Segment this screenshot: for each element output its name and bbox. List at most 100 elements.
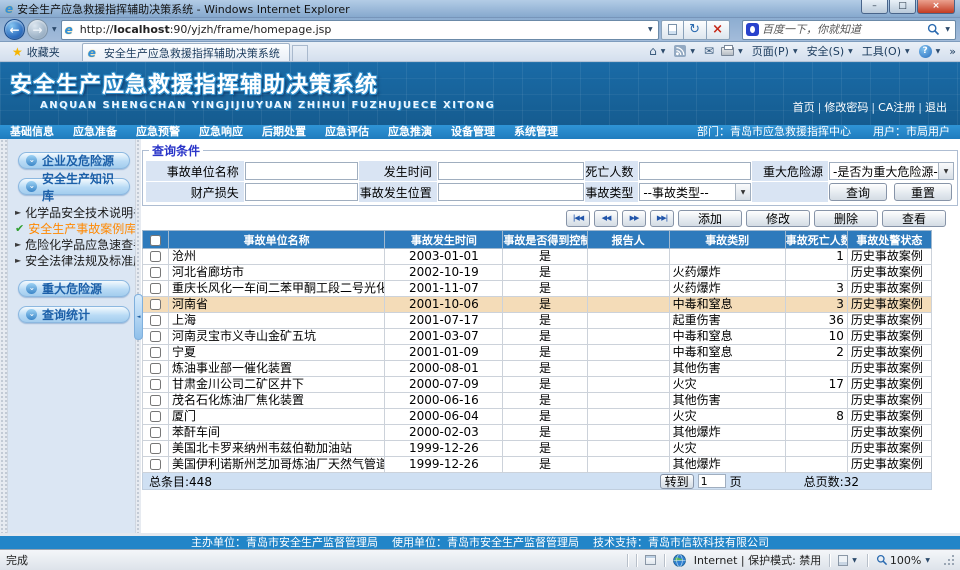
minimize-button[interactable]: –: [861, 0, 888, 14]
row-checkbox[interactable]: [150, 299, 161, 310]
new-tab-button[interactable]: [292, 45, 308, 61]
table-row[interactable]: 河北省廊坊市2002-10-19是火药爆炸历史事故案例: [143, 265, 932, 281]
compatibility-view-button[interactable]: [661, 20, 684, 40]
search-icon[interactable]: [927, 23, 940, 36]
safety-menu-button[interactable]: 安全(S)▼: [807, 43, 855, 59]
sidebar-section-knowledge-base[interactable]: › 安全生产知识库: [18, 178, 130, 195]
menu-item-emergency-drill[interactable]: 应急推演: [388, 125, 432, 139]
table-row[interactable]: 沧州2003-01-01是1历史事故案例: [143, 249, 932, 265]
view-button[interactable]: 查看: [882, 210, 946, 227]
change-password-link[interactable]: 修改密码: [821, 99, 871, 115]
table-row[interactable]: 重庆长风化一车间二苯甲酮工段二号光化釜2001-11-07是火药爆炸3历史事故案…: [143, 281, 932, 297]
accident-type-select[interactable]: --事故类型-- ▼: [639, 183, 751, 201]
menu-item-emergency-assessment[interactable]: 应急评估: [325, 125, 369, 139]
sidebar-section-query-statistics[interactable]: › 查询统计: [18, 306, 130, 323]
table-row[interactable]: 炼油事业部一催化装置2000-08-01是其他伤害历史事故案例: [143, 361, 932, 377]
select-all-checkbox[interactable]: [150, 235, 161, 246]
search-button[interactable]: 查询: [829, 183, 887, 201]
table-row[interactable]: 宁夏2001-01-09是中毒和窒息2历史事故案例: [143, 345, 932, 361]
modify-button[interactable]: 修改: [746, 210, 810, 227]
close-button[interactable]: ×: [917, 0, 955, 14]
ca-register-link[interactable]: CA注册: [875, 99, 918, 115]
occur-time-input[interactable]: [438, 162, 585, 180]
reset-button[interactable]: 重置: [894, 183, 952, 201]
row-checkbox[interactable]: [150, 427, 161, 438]
menu-item-emergency-warning[interactable]: 应急预警: [136, 125, 180, 139]
row-checkbox[interactable]: [150, 459, 161, 470]
last-page-button[interactable]: ▶▶|: [650, 210, 674, 227]
compatibility-status-button[interactable]: ▼: [838, 555, 859, 566]
property-loss-input[interactable]: [245, 183, 358, 201]
maximize-button[interactable]: □: [889, 0, 916, 14]
table-row[interactable]: 茂名石化炼油厂焦化装置2000-06-16是其他伤害历史事故案例: [143, 393, 932, 409]
search-input[interactable]: [762, 23, 924, 36]
row-checkbox[interactable]: [150, 443, 161, 454]
history-dropdown-icon[interactable]: ▼: [50, 26, 59, 33]
menu-item-emergency-preparation[interactable]: 应急准备: [73, 125, 117, 139]
table-row[interactable]: 苯酐车间2000-02-03是其他爆炸历史事故案例: [143, 425, 932, 441]
read-mail-button[interactable]: ✉: [704, 44, 714, 58]
row-checkbox[interactable]: [150, 331, 161, 342]
back-button[interactable]: ←: [4, 19, 25, 40]
home-link[interactable]: 首页: [790, 99, 818, 115]
menu-item-basic-info[interactable]: 基础信息: [10, 125, 54, 139]
row-checkbox[interactable]: [150, 251, 161, 262]
delete-button[interactable]: 删除: [814, 210, 878, 227]
page-menu-button[interactable]: 页面(P)▼: [752, 43, 800, 59]
address-url[interactable]: http://localhost:90/yjzh/frame/homepage.…: [80, 23, 643, 36]
home-button[interactable]: ⌂▼: [649, 44, 667, 58]
sidebar-item-chemical-msds[interactable]: ► 化学品安全技术说明书: [15, 204, 135, 220]
row-checkbox[interactable]: [150, 411, 161, 422]
table-row[interactable]: 河南省2001-10-06是中毒和窒息3历史事故案例: [143, 297, 932, 313]
stop-button[interactable]: ×: [707, 20, 730, 40]
sidebar-item-safety-laws[interactable]: ► 安全法律法规及标准库: [15, 252, 135, 268]
major-hazard-select[interactable]: -是否为重大危险源- ▼: [829, 162, 954, 180]
table-row[interactable]: 河南灵宝市义寺山金矿五坑2001-03-07是中毒和窒息10历史事故案例: [143, 329, 932, 345]
row-checkbox[interactable]: [150, 395, 161, 406]
row-checkbox[interactable]: [150, 379, 161, 390]
refresh-button[interactable]: ↻: [684, 20, 707, 40]
deaths-input[interactable]: [639, 162, 751, 180]
unit-name-input[interactable]: [245, 162, 358, 180]
next-page-button[interactable]: ▶▶: [622, 210, 646, 227]
menu-item-post-disposal[interactable]: 后期处置: [262, 125, 306, 139]
row-checkbox[interactable]: [150, 363, 161, 374]
goto-page-button[interactable]: 转到: [660, 474, 694, 489]
splitter-collapse-handle[interactable]: ◄: [134, 294, 143, 340]
search-dropdown-icon[interactable]: ▼: [943, 26, 952, 33]
overflow-chevron-icon[interactable]: »: [949, 45, 956, 58]
first-page-button[interactable]: |◀◀: [566, 210, 590, 227]
help-button[interactable]: ?▼: [919, 45, 943, 58]
row-checkbox[interactable]: [150, 315, 161, 326]
tools-menu-button[interactable]: 工具(O)▼: [862, 43, 912, 59]
browser-tab[interactable]: e 安全生产应急救援指挥辅助决策系统: [82, 43, 290, 61]
menu-item-system-management[interactable]: 系统管理: [514, 125, 558, 139]
sidebar-section-enterprise-hazard[interactable]: › 企业及危险源: [18, 152, 130, 169]
add-button[interactable]: 添加: [678, 210, 742, 227]
table-row[interactable]: 美国北卡罗来纳州韦兹伯勒加油站1999-12-26是火灾历史事故案例: [143, 441, 932, 457]
page-number-input[interactable]: [698, 474, 726, 488]
table-row[interactable]: 上海2001-07-17是起重伤害36历史事故案例: [143, 313, 932, 329]
row-checkbox[interactable]: [150, 347, 161, 358]
table-row[interactable]: 甘肃金川公司二矿区井下2000-07-09是火灾17历史事故案例: [143, 377, 932, 393]
location-input[interactable]: [438, 183, 585, 201]
previous-page-button[interactable]: ◀◀: [594, 210, 618, 227]
forward-button[interactable]: →: [27, 19, 48, 40]
zoom-control[interactable]: 100% ▼: [876, 554, 932, 567]
sidebar-item-accident-cases[interactable]: ✔ 安全生产事故案例库: [15, 220, 135, 236]
sidebar-item-hazchem-quick-reference[interactable]: ► 危险化学品应急速查手...: [15, 236, 135, 252]
print-button[interactable]: ▼: [721, 47, 745, 56]
feeds-button[interactable]: ▼: [674, 45, 697, 57]
row-checkbox[interactable]: [150, 267, 161, 278]
row-checkbox[interactable]: [150, 283, 161, 294]
address-bar[interactable]: e http://localhost:90/yjzh/frame/homepag…: [61, 20, 659, 40]
favorites-button[interactable]: ★ 收藏夹: [4, 43, 68, 61]
sidebar-section-major-hazard[interactable]: › 重大危险源: [18, 280, 130, 297]
menu-item-equipment-management[interactable]: 设备管理: [451, 125, 495, 139]
table-row[interactable]: 美国伊利诺斯州芝加哥炼油厂天然气管道1999-12-26是其他爆炸历史事故案例: [143, 457, 932, 473]
logout-link[interactable]: 退出: [922, 99, 950, 115]
menu-item-emergency-response[interactable]: 应急响应: [199, 125, 243, 139]
frame-splitter[interactable]: ◄: [135, 139, 141, 533]
address-dropdown-icon[interactable]: ▼: [646, 26, 655, 33]
table-row[interactable]: 厦门2000-06-04是火灾8历史事故案例: [143, 409, 932, 425]
